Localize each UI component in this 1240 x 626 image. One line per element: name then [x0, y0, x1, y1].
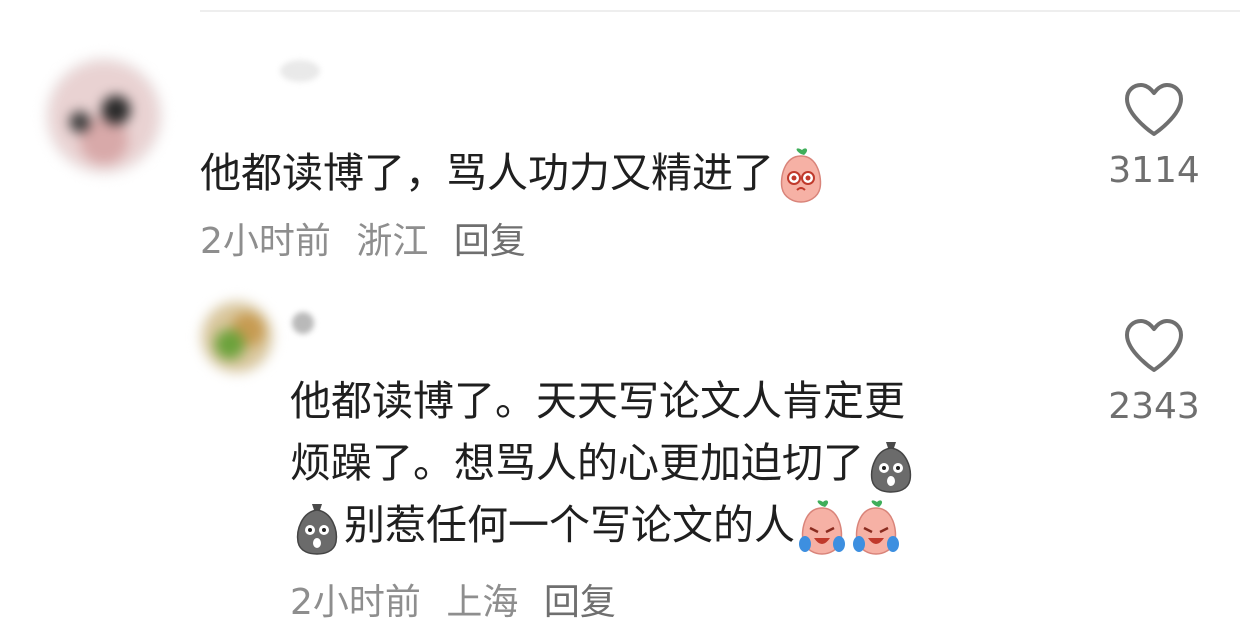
timestamp: 2小时前	[290, 582, 421, 623]
comment-meta: 2小时前 上海 回复	[290, 573, 630, 625]
username-blurred[interactable]	[280, 60, 320, 82]
gray-bag-face-icon	[292, 500, 342, 556]
avatar[interactable]	[44, 56, 164, 176]
heart-icon	[1125, 83, 1183, 136]
location: 浙江	[356, 221, 429, 262]
comment-body: 他都读博了。天天写论文人肯定更 烦躁了。想骂人的心更加迫切了 别惹任何一个写论文…	[290, 370, 918, 556]
comment-line: 他都读博了。天天写论文人肯定更	[290, 377, 905, 425]
username-blurred[interactable]	[292, 312, 314, 334]
comment-line: 烦躁了。想骂人的心更加迫切了	[290, 432, 918, 494]
avatar[interactable]	[200, 300, 274, 374]
comment-body: 他都读博了，骂人功力又精进了	[200, 142, 828, 204]
reply-button[interactable]: 回复	[454, 221, 526, 262]
like-button[interactable]: 2343	[1104, 318, 1204, 427]
like-button[interactable]: 3114	[1104, 82, 1204, 191]
comment-section: 他都读博了，骂人功力又精进了 2小时前 浙江 回复 3114 他都读博了。天天写…	[0, 0, 1240, 626]
comment-line: 别惹任何一个写论文的人	[290, 494, 918, 556]
pink-peach-face-icon	[776, 148, 826, 204]
like-count: 3114	[1108, 150, 1200, 191]
pink-crying-face-icon	[851, 500, 901, 556]
heart-icon	[1125, 319, 1183, 372]
location: 上海	[446, 582, 519, 623]
gray-bag-face-icon	[866, 438, 916, 494]
comment-text: 他都读博了，骂人功力又精进了	[200, 149, 774, 197]
divider	[200, 10, 1240, 12]
pink-crying-face-icon	[797, 500, 847, 556]
reply-button[interactable]: 回复	[544, 582, 616, 623]
like-count: 2343	[1108, 386, 1200, 427]
comment-meta: 2小时前 浙江 回复	[200, 212, 540, 264]
timestamp: 2小时前	[200, 221, 331, 262]
